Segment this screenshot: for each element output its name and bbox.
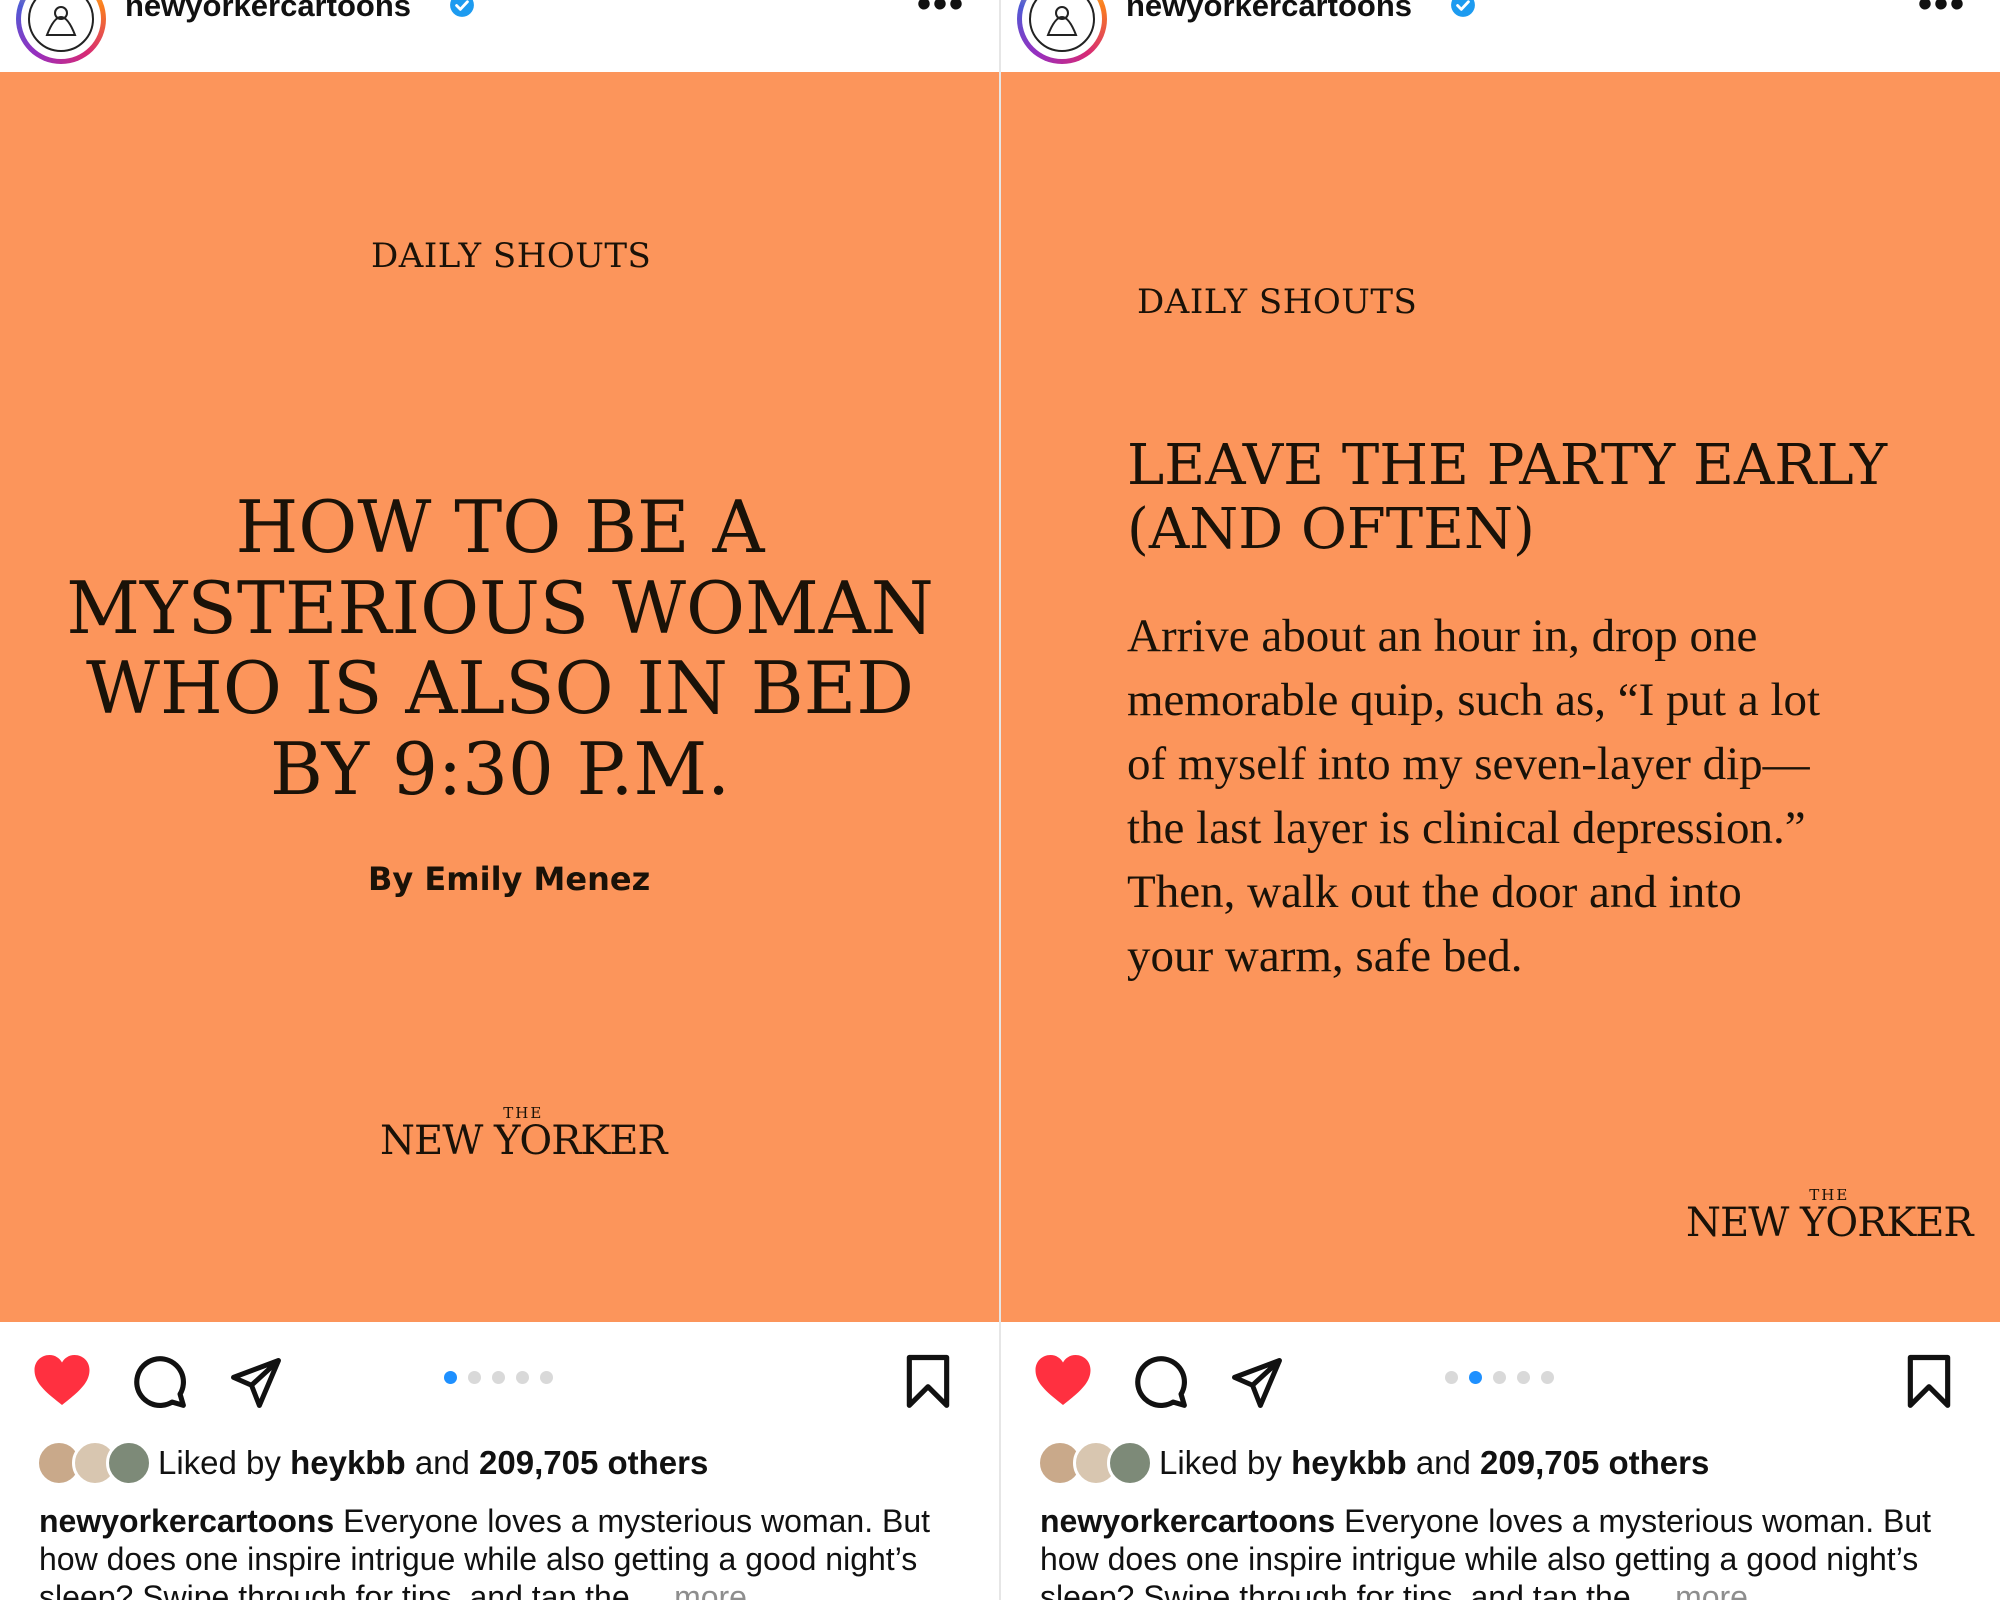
logo-name: NEW YORKER <box>380 1118 668 1164</box>
body-line: memorable quip, such as, “I put a lot <box>1127 674 1821 726</box>
slide-kicker: DAILY SHOUTS <box>371 236 652 276</box>
carousel-dot <box>1541 1371 1554 1384</box>
eustace-logo-icon <box>28 0 94 52</box>
headline-line: BY 9:30 P.M. <box>270 726 730 811</box>
avatar-image <box>21 0 101 59</box>
likes-text: Liked by heykbb and 209,705 others <box>1159 1444 1709 1482</box>
more-icon[interactable]: ••• <box>917 0 965 27</box>
comment-icon[interactable] <box>132 1354 188 1410</box>
comment-icon[interactable] <box>1133 1354 1189 1410</box>
liker-username[interactable]: heykbb <box>1291 1444 1407 1481</box>
profile-avatar[interactable] <box>16 0 106 64</box>
share-icon[interactable] <box>228 1356 284 1410</box>
caption-username[interactable]: newyorkercartoons <box>39 1503 334 1539</box>
profile-avatar[interactable] <box>1017 0 1107 64</box>
body-line: Arrive about an hour in, drop one <box>1127 610 1758 662</box>
bookmark-icon[interactable] <box>1905 1354 1953 1410</box>
share-icon[interactable] <box>1229 1356 1285 1410</box>
liker-username[interactable]: heykbb <box>290 1444 406 1481</box>
username[interactable]: newyorkercartoons <box>1126 0 1412 24</box>
likes-count[interactable]: 209,705 others <box>1480 1444 1709 1481</box>
headline-line: LEAVE THE PARTY EARLY <box>1127 433 1888 498</box>
slide-headline: HOW TO BE A MYSTERIOUS WOMAN WHO IS ALSO… <box>60 487 940 810</box>
post-right: newyorkercartoons ••• DAILY SHOUTS LEAVE… <box>1001 0 2000 1600</box>
headline-line: MYSTERIOUS WOMAN <box>66 565 934 650</box>
carousel-slide[interactable]: DAILY SHOUTS HOW TO BE A MYSTERIOUS WOMA… <box>0 72 999 1322</box>
action-bar <box>0 1322 999 1432</box>
caption-more-link[interactable]: ... more <box>639 1579 747 1600</box>
carousel-dot <box>468 1371 481 1384</box>
caption-more-link[interactable]: ... more <box>1640 1579 1748 1600</box>
slide-headline: LEAVE THE PARTY EARLY (AND OFTEN) <box>1127 434 1947 562</box>
headline-line: WHO IS ALSO IN BED <box>86 646 914 731</box>
new-yorker-logo: THE NEW YORKER <box>1686 1186 1974 1246</box>
post-header: newyorkercartoons ••• <box>0 0 999 72</box>
post-caption: newyorkercartoons Everyone loves a myste… <box>39 1502 974 1600</box>
headline-line: (AND OFTEN) <box>1127 496 1535 562</box>
likes-prefix: Liked by <box>1159 1444 1282 1481</box>
verified-icon <box>1451 0 1475 17</box>
likes-joiner: and <box>1415 1444 1471 1481</box>
likes-row: Liked by heykbb and 209,705 others <box>1001 1440 2000 1490</box>
headline-line: HOW TO BE A <box>235 485 765 569</box>
verified-icon <box>450 0 474 17</box>
carousel-dot <box>444 1371 457 1384</box>
carousel-dot <box>1469 1371 1482 1384</box>
heart-icon[interactable] <box>1033 1352 1093 1408</box>
likes-text: Liked by heykbb and 209,705 others <box>158 1444 708 1482</box>
slide-byline: By Emily Menez <box>368 860 651 898</box>
carousel-dot <box>1517 1371 1530 1384</box>
bookmark-icon[interactable] <box>904 1354 952 1410</box>
more-icon[interactable]: ••• <box>1918 0 1966 27</box>
action-bar <box>1001 1322 2000 1432</box>
post-header: newyorkercartoons ••• <box>1001 0 2000 72</box>
logo-name: NEW YORKER <box>1686 1200 1974 1246</box>
heart-icon[interactable] <box>32 1352 92 1408</box>
carousel-dot <box>1493 1371 1506 1384</box>
body-line: the last layer is clinical depression.” <box>1127 802 1806 854</box>
liker-avatar[interactable] <box>106 1440 152 1486</box>
slide-kicker: DAILY SHOUTS <box>1137 282 1418 322</box>
body-line: your warm, safe bed. <box>1127 930 1523 982</box>
liker-avatar[interactable] <box>1107 1440 1153 1486</box>
likes-row: Liked by heykbb and 209,705 others <box>0 1440 999 1490</box>
likes-count[interactable]: 209,705 others <box>479 1444 708 1481</box>
carousel-dot <box>540 1371 553 1384</box>
carousel-dot <box>1445 1371 1458 1384</box>
carousel-dot <box>492 1371 505 1384</box>
post-left: newyorkercartoons ••• DAILY SHOUTS HOW T… <box>0 0 999 1600</box>
eustace-logo-icon <box>1029 0 1095 52</box>
username[interactable]: newyorkercartoons <box>125 0 411 24</box>
likes-joiner: and <box>414 1444 470 1481</box>
body-line: of myself into my seven-layer dip— <box>1127 738 1810 790</box>
caption-username[interactable]: newyorkercartoons <box>1040 1503 1335 1539</box>
avatar-image <box>1022 0 1102 59</box>
new-yorker-logo: THE NEW YORKER <box>380 1104 668 1164</box>
slide-body: Arrive about an hour in, drop one memora… <box>1127 604 1987 988</box>
likes-prefix: Liked by <box>158 1444 281 1481</box>
body-line: Then, walk out the door and into <box>1127 866 1742 918</box>
post-caption: newyorkercartoons Everyone loves a myste… <box>1040 1502 1975 1600</box>
carousel-slide[interactable]: DAILY SHOUTS LEAVE THE PARTY EARLY (AND … <box>1001 72 2000 1322</box>
carousel-dot <box>516 1371 529 1384</box>
